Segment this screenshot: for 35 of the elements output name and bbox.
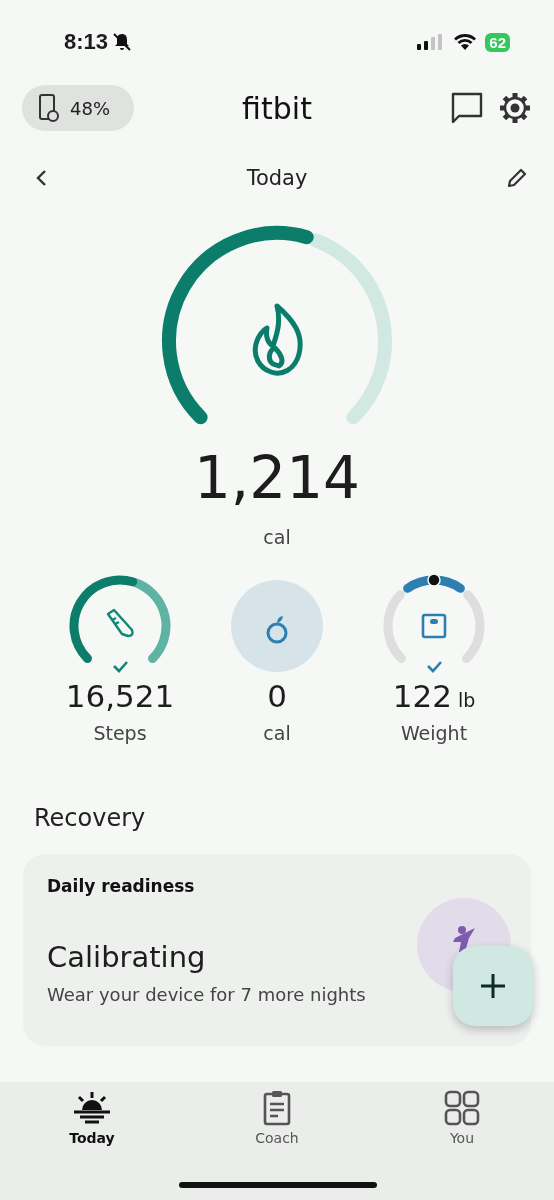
card-title: Daily readiness: [47, 876, 195, 896]
unit-label: lb: [457, 689, 476, 711]
signal-icon: [417, 34, 444, 50]
apple-icon: [266, 616, 288, 644]
settings-icon[interactable]: [498, 91, 532, 125]
stat-value: 0: [267, 678, 287, 714]
scale-icon: [421, 613, 447, 639]
phone-watch-icon: [38, 93, 60, 123]
battery-level: 62: [485, 32, 510, 52]
readiness-status: Calibrating: [47, 940, 206, 974]
tab-button[interactable]: Today: [54, 1090, 130, 1146]
readiness-message: Wear your device for 7 more nights: [47, 984, 366, 1005]
add-button[interactable]: [453, 946, 533, 1026]
stat-label: Weight: [400, 722, 468, 744]
edit-icon[interactable]: [506, 167, 528, 189]
tab-button[interactable]: You: [424, 1090, 500, 1146]
sunrise-icon: [72, 1090, 112, 1126]
readiness-card[interactable]: Daily readiness Calibrating Wear your device for 7 more nights: [23, 854, 531, 1046]
plus-icon: [480, 973, 506, 999]
stat-label: cal: [263, 722, 291, 744]
date-label: Today: [246, 166, 308, 190]
stat-value: 122: [392, 678, 452, 714]
calorie-unit: cal: [263, 526, 291, 548]
app-logo: fitbit: [242, 90, 312, 126]
message-icon[interactable]: [450, 91, 484, 125]
device-battery-button[interactable]: 48%: [22, 85, 134, 131]
wifi-icon: [453, 33, 478, 51]
tab-button[interactable]: Coach: [239, 1090, 315, 1146]
flame-icon: [252, 303, 303, 376]
stat-value: 16,521: [65, 678, 175, 714]
clock-time: 8:13: [64, 29, 109, 55]
stat-label: Steps: [93, 722, 147, 744]
section-title: Recovery: [34, 804, 146, 832]
grid-icon: [442, 1090, 482, 1126]
calorie-count: 1,214: [193, 444, 360, 512]
